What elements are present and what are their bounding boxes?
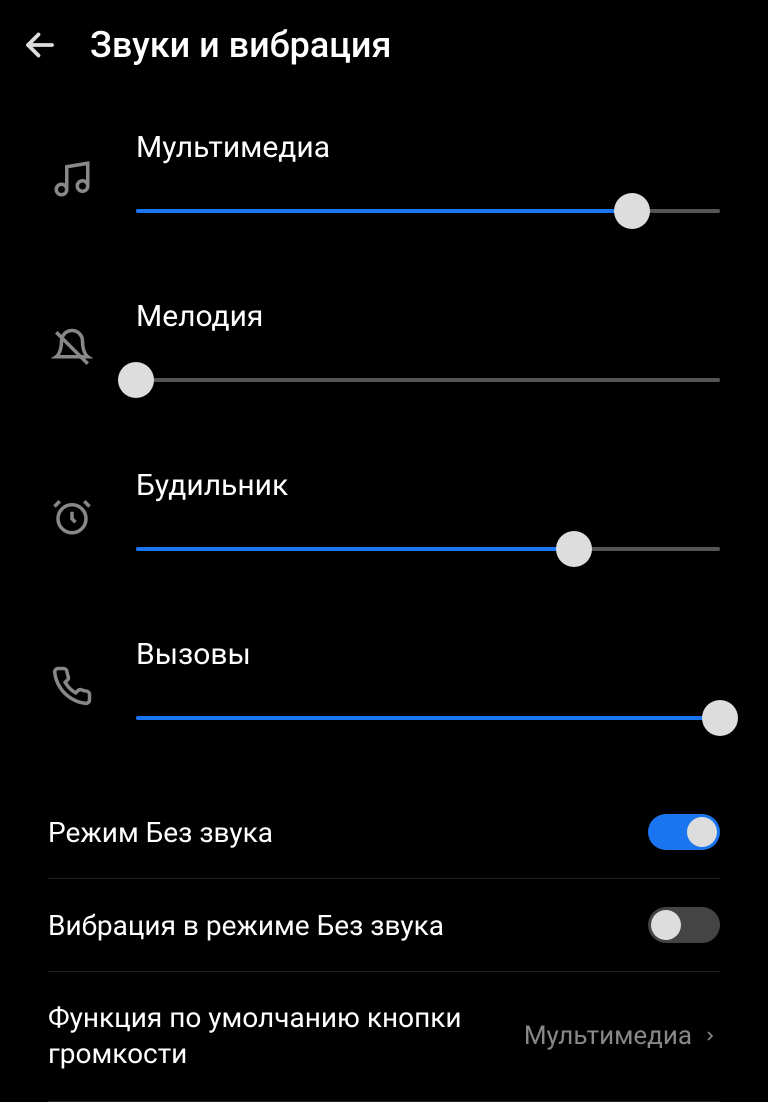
setting-vibrate-silent[interactable]: Вибрация в режиме Без звука — [48, 879, 720, 972]
slider-multimedia-track[interactable] — [136, 193, 720, 229]
setting-silent-mode[interactable]: Режим Без звука — [48, 786, 720, 879]
slider-label: Мелодия — [136, 299, 720, 334]
bell-off-icon — [48, 324, 96, 372]
setting-label: Вибрация в режиме Без звука — [48, 909, 648, 942]
setting-label: Режим Без звука — [48, 816, 648, 849]
chevron-right-icon — [700, 1026, 720, 1046]
vibrate-silent-toggle[interactable] — [648, 907, 720, 943]
alarm-icon — [48, 493, 96, 541]
slider-calls-track[interactable] — [136, 700, 720, 736]
setting-label: Функция по умолчанию кнопки громкости — [48, 1000, 524, 1073]
setting-value: Мультимедиа — [524, 1021, 692, 1052]
slider-calls: Вызовы — [48, 597, 720, 766]
slider-alarm: Будильник — [48, 428, 720, 597]
music-icon — [48, 155, 96, 203]
slider-multimedia: Мультимедиа — [48, 90, 720, 259]
back-button[interactable] — [20, 25, 60, 65]
settings-list: Режим Без звука Вибрация в режиме Без зв… — [0, 766, 768, 1102]
setting-volume-key-default[interactable]: Функция по умолчанию кнопки громкости Му… — [48, 972, 720, 1102]
page-title: Звуки и вибрация — [90, 24, 391, 66]
slider-label: Вызовы — [136, 637, 720, 672]
header: Звуки и вибрация — [0, 0, 768, 90]
silent-mode-toggle[interactable] — [648, 814, 720, 850]
slider-label: Мультимедиа — [136, 130, 720, 165]
slider-ringtone: Мелодия — [48, 259, 720, 428]
slider-alarm-track[interactable] — [136, 531, 720, 567]
phone-icon — [48, 662, 96, 710]
volume-sliders-section: Мультимедиа Мелодия — [0, 90, 768, 766]
slider-ringtone-track[interactable] — [136, 362, 720, 398]
slider-label: Будильник — [136, 468, 720, 503]
